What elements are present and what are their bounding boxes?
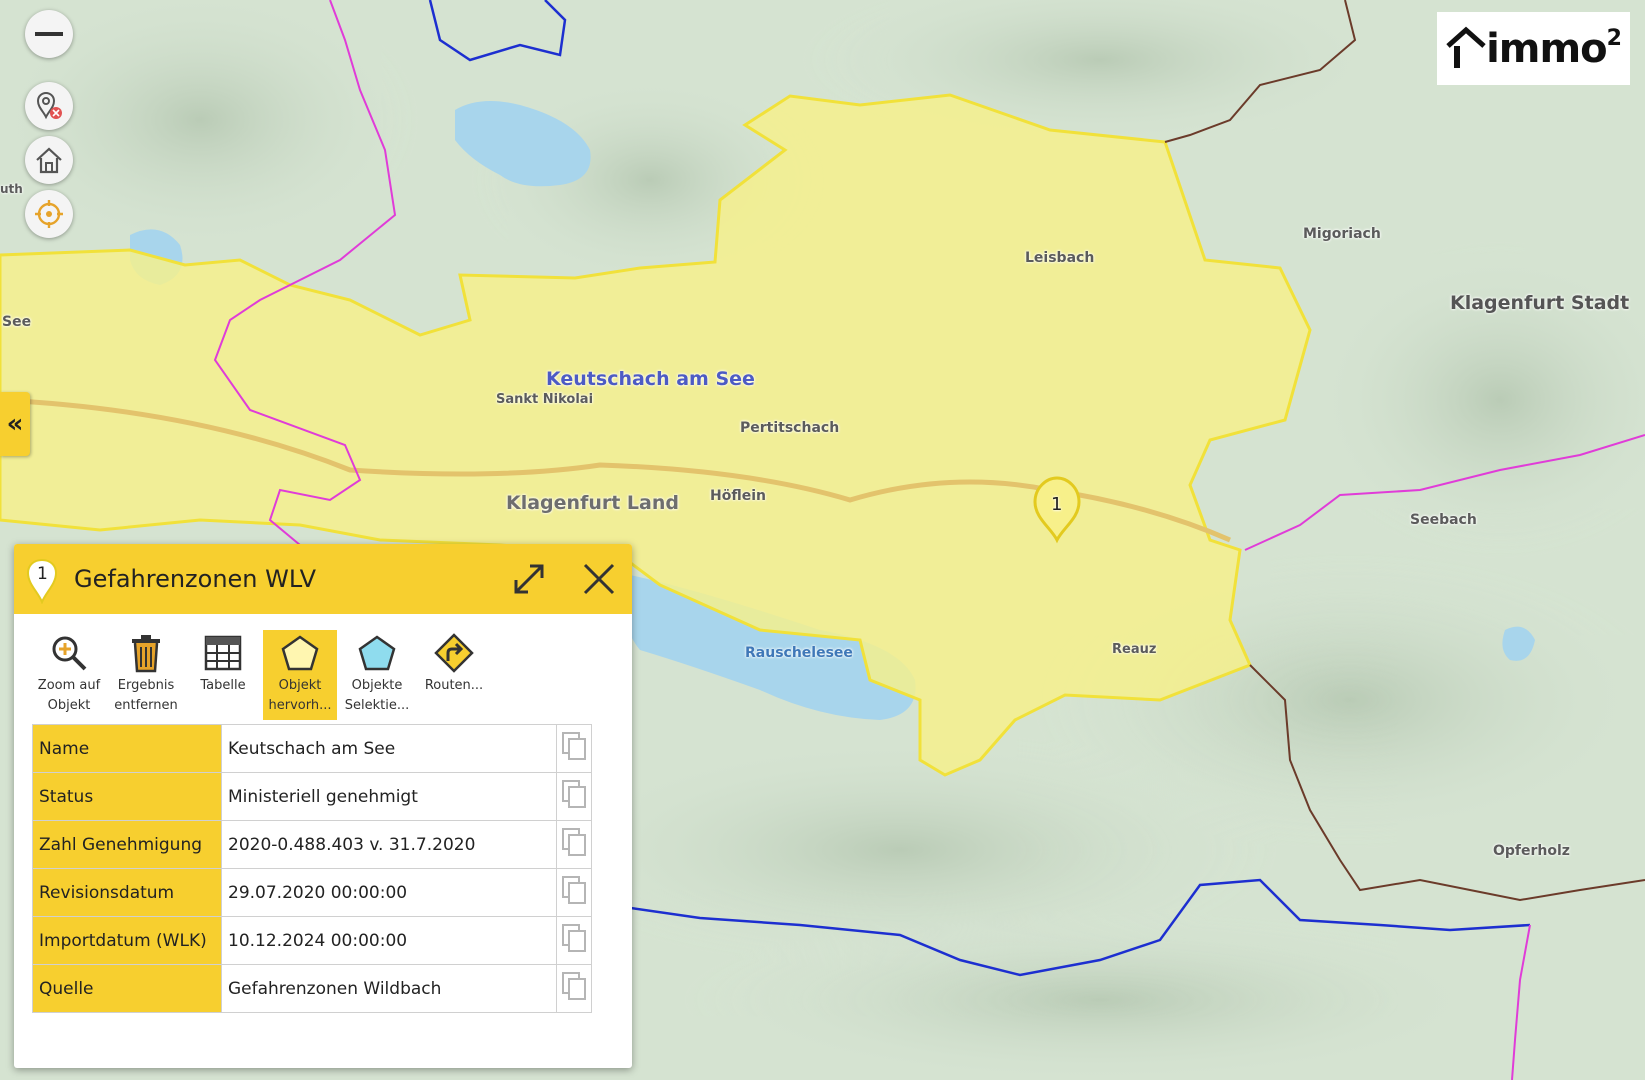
remove-result-button[interactable]: Ergebnis entfernen — [109, 630, 183, 720]
expand-icon[interactable] — [512, 562, 546, 596]
locate-me-button[interactable] — [25, 190, 73, 238]
attribute-key: Revisionsdatum — [32, 868, 222, 917]
table-button[interactable]: Tabelle — [186, 630, 260, 720]
copy-icon — [562, 972, 586, 1000]
select-objects-button[interactable]: Objekte Selektie... — [340, 630, 414, 720]
tool-label-line1: Objekt — [278, 678, 322, 693]
table-row: Status Ministeriell genehmigt — [32, 772, 592, 821]
zoom-in-icon — [52, 636, 87, 671]
popup-title: Gefahrenzonen WLV — [74, 565, 317, 593]
crosshair-icon — [35, 200, 63, 228]
table-row: Name Keutschach am See — [32, 724, 592, 773]
copy-button[interactable] — [556, 964, 592, 1013]
zoom-to-object-button[interactable]: Zoom auf Objekt — [32, 630, 106, 720]
double-chevron-left-icon: « — [6, 409, 24, 439]
attribute-value: Ministeriell genehmigt — [221, 772, 557, 821]
location-remove-icon — [36, 91, 62, 120]
map-label-rauschelesee: Rauschelesee — [745, 645, 853, 661]
tool-label-line2: hervorh... — [268, 698, 332, 713]
attribute-key: Quelle — [32, 964, 222, 1013]
table-icon — [204, 635, 242, 671]
map-marker-number: 1 — [1051, 494, 1063, 515]
map-label-pertitschach: Pertitschach — [740, 420, 840, 436]
pentagon-icon — [281, 635, 319, 671]
route-button[interactable]: Routen... — [417, 630, 491, 720]
copy-button[interactable] — [556, 916, 592, 965]
map-label-see-left: See — [2, 314, 32, 330]
attribute-value: 10.12.2024 00:00:00 — [221, 916, 557, 965]
tool-label-line1: Zoom auf — [37, 678, 101, 693]
map-label-klagenfurt-stadt: Klagenfurt Stadt — [1450, 292, 1630, 314]
map-label-opferholz: Opferholz — [1493, 843, 1570, 859]
map-label-leisbach: Leisbach — [1025, 250, 1095, 266]
copy-button[interactable] — [556, 772, 592, 821]
collapse-panel-button[interactable]: « — [0, 392, 30, 456]
attribute-value: Gefahrenzonen Wildbach — [221, 964, 557, 1013]
route-icon — [434, 633, 474, 673]
popup-header: 1 Gefahrenzonen WLV — [14, 544, 632, 614]
popup-marker-number: 1 — [37, 564, 48, 584]
tool-label-line1: Ergebnis — [117, 678, 175, 693]
table-row: Importdatum (WLK) 10.12.2024 00:00:00 — [32, 916, 592, 965]
copy-button[interactable] — [556, 868, 592, 917]
select-pentagon-icon — [358, 635, 396, 671]
table-row: Revisionsdatum 29.07.2020 00:00:00 — [32, 868, 592, 917]
map-label-reauz: Reauz — [1112, 642, 1157, 657]
copy-button[interactable] — [556, 724, 592, 773]
attribute-value: 2020-0.488.403 v. 31.7.2020 — [221, 820, 557, 869]
map-label-sankt-nikolai: Sankt Nikolai — [496, 392, 594, 407]
highlight-object-button[interactable]: Objekt hervorh... — [263, 630, 337, 720]
popup-toolbar: Zoom auf Objekt Ergebnis entfernen Tabel… — [32, 630, 622, 720]
tool-label-line1: Objekte — [351, 678, 403, 693]
tool-label-line1: Tabelle — [200, 678, 246, 693]
map-label-migoriach: Migoriach — [1303, 226, 1381, 242]
table-row: Quelle Gefahrenzonen Wildbach — [32, 964, 592, 1013]
map-label-keutschach: Keutschach am See — [546, 368, 755, 390]
attribute-value: Keutschach am See — [221, 724, 557, 773]
home-icon — [36, 147, 62, 174]
attribute-value: 29.07.2020 00:00:00 — [221, 868, 557, 917]
attribute-key: Status — [32, 772, 222, 821]
attribute-key: Zahl Genehmigung — [32, 820, 222, 869]
zoom-out-button[interactable] — [25, 10, 73, 58]
home-button[interactable] — [25, 136, 73, 184]
copy-icon — [562, 732, 586, 760]
table-row: Zahl Genehmigung 2020-0.488.403 v. 31.7.… — [32, 820, 592, 869]
map-label-hoeflein: Höflein — [710, 488, 766, 504]
trash-icon — [132, 635, 160, 673]
copy-button[interactable] — [556, 820, 592, 869]
map-label-seebach: Seebach — [1410, 512, 1477, 528]
map-label-uth-left: uth — [0, 182, 23, 196]
minus-icon — [35, 32, 63, 36]
attribute-key: Name — [32, 724, 222, 773]
immo-logo: immo2 — [1437, 12, 1630, 85]
tool-label-line2: Selektie... — [344, 698, 410, 713]
copy-icon — [562, 924, 586, 952]
map-label-klagenfurt-land: Klagenfurt Land — [506, 492, 679, 514]
close-icon[interactable] — [582, 562, 616, 596]
house-logo-icon — [1446, 26, 1486, 68]
tool-label-line2: Objekt — [47, 698, 91, 713]
attribute-key: Importdatum (WLK) — [32, 916, 222, 965]
copy-icon — [562, 876, 586, 904]
copy-icon — [562, 780, 586, 808]
tool-label-line2: entfernen — [114, 698, 178, 713]
copy-icon — [562, 828, 586, 856]
logo-text: immo2 — [1486, 25, 1622, 72]
tool-label-line1: Routen... — [424, 678, 484, 693]
attribute-table: Name Keutschach am See Status Ministerie… — [32, 724, 592, 1013]
feature-info-popup: 1 Gefahrenzonen WLV Zoom auf Objekt Erge… — [14, 544, 632, 1068]
remove-location-button[interactable] — [25, 82, 73, 130]
